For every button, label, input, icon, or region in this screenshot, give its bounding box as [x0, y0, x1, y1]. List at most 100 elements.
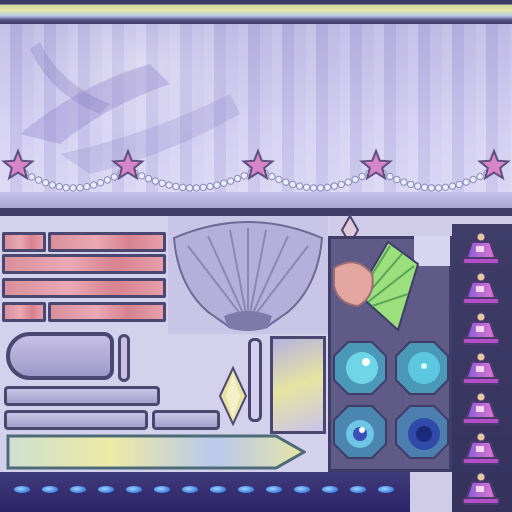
- pearl-bead: [55, 182, 63, 191]
- pearl-bead: [226, 177, 235, 185]
- gem-icon: [332, 340, 388, 396]
- rail-bar: [152, 410, 220, 430]
- rail-bar: [4, 386, 160, 406]
- bell-icon: [460, 312, 502, 346]
- droplet-icon: [42, 486, 58, 493]
- plank-piece: [2, 278, 166, 298]
- diamond-icon: [218, 366, 248, 426]
- droplet-icon: [294, 486, 310, 493]
- pearl-bead: [358, 172, 366, 181]
- pearl-bead: [144, 174, 153, 183]
- pearl-bead: [179, 183, 187, 192]
- pearl-bead: [441, 183, 450, 191]
- pearl-bead: [268, 172, 276, 181]
- pearl-bead: [192, 184, 201, 192]
- droplet-icon: [182, 486, 198, 493]
- pearl-bead: [199, 183, 208, 192]
- plank-piece: [2, 254, 166, 274]
- pearl-bead: [407, 180, 415, 189]
- droplet-icon: [322, 486, 338, 493]
- pearl-bead: [158, 179, 166, 187]
- pearl-bead: [302, 183, 311, 191]
- pearl-bead: [295, 182, 304, 190]
- curtain-top-trim: [0, 0, 512, 24]
- pearl-bead: [34, 176, 43, 184]
- droplet-icon: [98, 486, 114, 493]
- pearl-bead: [28, 173, 36, 181]
- pearl-bead: [420, 183, 429, 191]
- pearl-bead: [110, 173, 119, 181]
- glass-beam: [6, 434, 306, 470]
- droplet-icon: [266, 486, 282, 493]
- pearl-bead: [434, 184, 443, 192]
- pearl-bead: [316, 184, 325, 192]
- pearl-bead: [185, 184, 194, 192]
- pearl-bead: [41, 179, 50, 187]
- pearl-bead: [282, 178, 290, 186]
- plank-piece: [2, 232, 46, 252]
- pearl-bead: [96, 179, 105, 187]
- bell-icon: [460, 352, 502, 386]
- bell-icon: [460, 472, 502, 506]
- glass-panel: [270, 336, 326, 434]
- capsule-plate: [6, 332, 114, 380]
- pearl-garland: [1, 148, 511, 192]
- pearl-bead: [351, 175, 359, 184]
- pearl-bead: [138, 172, 146, 180]
- droplet-icon: [378, 486, 394, 493]
- pearl-bead: [213, 181, 221, 189]
- bell-icon: [460, 232, 502, 266]
- droplet-icon: [70, 486, 86, 493]
- pearl-bead: [240, 172, 249, 180]
- pearl-bead: [448, 182, 457, 190]
- pearl-bead: [427, 184, 436, 192]
- plank-piece: [48, 232, 166, 252]
- pearl-bead: [337, 180, 345, 189]
- pearl-bead: [323, 183, 332, 191]
- pearl-bead: [233, 174, 242, 183]
- pearl-bead: [206, 182, 214, 191]
- pearl-bead: [393, 175, 401, 184]
- bell-icon: [460, 272, 502, 306]
- droplet-icon: [350, 486, 366, 493]
- droplet-icon: [126, 486, 142, 493]
- pearl-bead: [330, 182, 339, 190]
- droplet-icon: [210, 486, 226, 493]
- pearl-bead: [89, 181, 98, 189]
- plank-piece: [2, 302, 46, 322]
- rail-bar: [4, 410, 148, 430]
- tall-post: [248, 338, 262, 422]
- pearl-bead: [62, 184, 70, 192]
- pearl-bead: [455, 180, 463, 189]
- bell-icon: [460, 392, 502, 426]
- pearl-bead: [400, 178, 408, 186]
- pearl-bead: [69, 184, 77, 192]
- small-post: [118, 334, 130, 382]
- gem-icon: [394, 404, 450, 460]
- bell-column: [452, 224, 512, 512]
- droplet-icon: [14, 486, 30, 493]
- droplet-icon: [238, 486, 254, 493]
- pearl-bead: [309, 184, 318, 192]
- pearl-bead: [469, 175, 477, 184]
- fan-icon: [333, 240, 420, 332]
- droplet-strip: [0, 472, 410, 512]
- pearl-bead: [76, 184, 84, 192]
- gem-icon: [394, 340, 450, 396]
- divider-band: [0, 208, 512, 216]
- pearl-bead: [275, 175, 283, 184]
- pearl-bead: [83, 182, 91, 191]
- pearl-bead: [386, 172, 394, 181]
- pearl-bead: [172, 182, 180, 191]
- pearl-bead: [462, 178, 470, 186]
- pearl-bead: [413, 182, 422, 190]
- pearl-bead: [151, 177, 160, 185]
- bell-icon: [460, 432, 502, 466]
- pearl-bead: [48, 181, 57, 189]
- plank-set: [2, 232, 166, 326]
- shell-fan-icon: [168, 216, 328, 334]
- gem-icon: [332, 404, 388, 460]
- pearl-bead: [103, 176, 112, 184]
- pearl-bead: [344, 178, 352, 186]
- pearl-bead: [165, 181, 173, 189]
